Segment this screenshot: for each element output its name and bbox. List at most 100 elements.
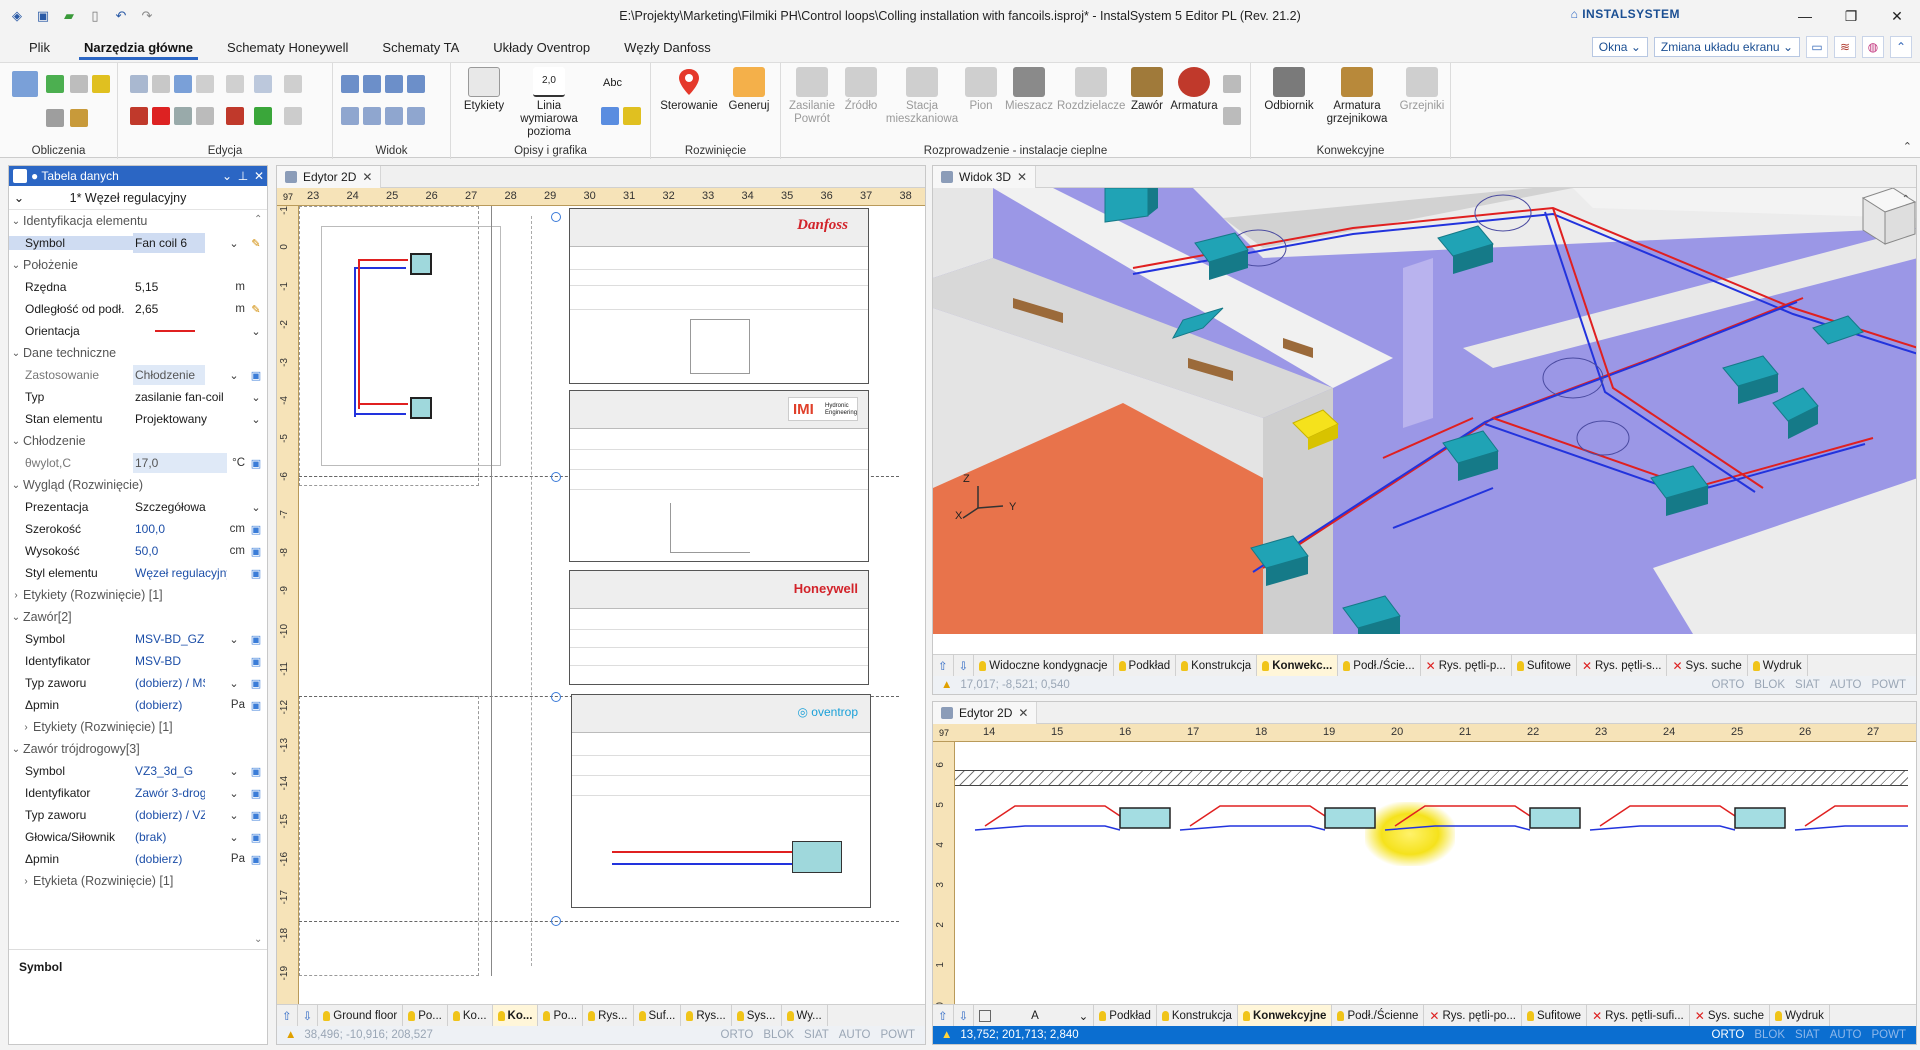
link-icon[interactable] [174,107,192,125]
align-icon[interactable] [226,75,244,93]
mirror-icon[interactable] [196,75,214,93]
property-row[interactable]: Rzędna 5,15 m [9,276,267,298]
property-row[interactable]: θwylot,C 17,0 °C ▣ [9,452,267,474]
zoom-prev-icon[interactable] [363,107,381,125]
calc-green-icon[interactable] [46,75,64,93]
generuj-button[interactable]: Generuj [721,67,777,113]
chevron-down-icon[interactable]: ⌄ [245,501,267,514]
open-icon[interactable]: ▰ [60,7,78,25]
property-section[interactable]: ⌄ Zawór trójdrogowy[3] [9,738,267,760]
property-row[interactable]: Prezentacja Szczegółowa ⌄ [9,496,267,518]
property-value[interactable]: (brak) [133,827,205,847]
layer-tab[interactable]: Wy... [782,1004,828,1027]
chevron-down-icon[interactable]: ⌄ [9,348,23,359]
chevron-down-icon[interactable]: ⌄ [223,765,245,778]
property-value[interactable]: (dobierz) [133,695,227,715]
layer-tab[interactable]: Ground floor [318,1004,404,1027]
tab-edytor-2d-right[interactable]: Edytor 2D ✕ [933,702,1038,724]
link-field-icon[interactable]: ▣ [245,369,267,382]
property-row[interactable]: Symbol VZ3_3d_G ⌄ ▣ [9,760,267,782]
layer-tab[interactable]: Ko... [492,1004,539,1027]
link-field-icon[interactable]: ▣ [245,523,267,536]
property-value[interactable]: VZ3_3d_G [133,761,205,781]
chevron-down-icon[interactable]: ⌄ [223,787,245,800]
layer-tab[interactable]: ✕ Rys. pętli-p... [1421,654,1512,677]
property-section[interactable]: ⌄ Identyfikacja elementu [9,210,267,232]
pin-icon[interactable]: ⊥ [235,169,251,183]
delete-icon[interactable] [152,107,170,125]
collapse-ribbon-icon[interactable]: ⌃ [1890,36,1912,58]
app-icon[interactable]: ◈ [8,7,26,25]
calc-report-icon[interactable] [70,109,88,127]
tab-schematy-honeywell[interactable]: Schematy Honeywell [210,32,365,62]
property-value[interactable]: zasilanie fan-coil [133,387,227,407]
undo-icon[interactable]: ↶ [112,7,130,25]
chevron-down-icon[interactable]: ⌄ [9,216,23,227]
status-flag[interactable]: POWT [1872,679,1907,691]
fitting-icon-2[interactable] [1223,107,1241,125]
status-flag[interactable]: ORTO [1712,1029,1745,1041]
property-row[interactable]: Stan elementu Projektowany ⌄ [9,408,267,430]
status-flag[interactable]: AUTO [1830,1029,1862,1041]
status-flag[interactable]: ORTO [721,1029,754,1041]
layer-down-icon[interactable]: ⇩ [954,654,975,677]
property-value[interactable]: Szczegółowa [133,497,227,517]
drawing-canvas-left[interactable]: Danfoss IMI Hydronic Engineering Honeywe… [299,206,915,1004]
calc-yellow-icon[interactable] [92,75,110,93]
chevron-down-icon[interactable]: ⌄ [223,677,245,690]
property-section[interactable]: ⌄ Wygląd (Rozwinięcie) [9,474,267,496]
chevron-down-icon[interactable]: ⌄ [223,831,245,844]
property-value[interactable]: 50,0 [133,541,227,561]
armatura-grzejnikowa-button[interactable]: Armatura grzejnikowa [1319,67,1395,126]
collapse-chevron-icon[interactable]: ⌃ [1903,140,1912,153]
sheet-oventrop[interactable]: ◎ oventrop [571,694,871,908]
sheet-imi[interactable]: IMI Hydronic Engineering [569,390,869,562]
chevron-down-icon[interactable]: ⌄ [223,633,245,646]
zoom-window-icon[interactable] [385,75,403,93]
calc-table-icon[interactable] [12,71,38,97]
element-selector[interactable]: ⌄ 1* Węzeł regulacyjny [9,186,267,210]
zoom-in-icon[interactable] [341,75,359,93]
fancoil-node[interactable] [1794,805,1908,831]
sheet-honeywell[interactable]: Honeywell [569,570,869,685]
chevron-down-icon[interactable]: ⌄ [9,190,29,205]
property-row[interactable]: Głowica/Siłownik (brak) ⌄ ▣ [9,826,267,848]
tab-plik[interactable]: Plik [12,32,67,62]
property-value[interactable]: Chłodzenie [133,365,205,385]
property-row[interactable]: Δpmin (dobierz) Pa ▣ [9,848,267,870]
close-icon[interactable]: ✕ [362,170,372,184]
property-row[interactable]: Symbol Fan coil 6 ⌄ ✎ [9,232,267,254]
property-value[interactable] [133,321,227,341]
property-section[interactable]: ⌄ Dane techniczne [9,342,267,364]
property-row[interactable]: Symbol MSV-BD_GZ ⌄ ▣ [9,628,267,650]
status-flag[interactable]: AUTO [1830,679,1862,691]
array-icon[interactable] [284,75,302,93]
chevron-right-icon[interactable]: › [19,722,33,733]
chevron-right-icon[interactable]: › [19,876,33,887]
property-section[interactable]: › Etykiety (Rozwinięcie) [1] [9,716,267,738]
pion-button[interactable]: Pion [961,67,1001,113]
calc-print-icon[interactable] [46,109,64,127]
status-flag[interactable]: SIAT [804,1029,829,1041]
status-flag[interactable]: BLOK [1754,679,1785,691]
select-icon[interactable] [284,107,302,125]
layer-tab[interactable]: Wydruk [1770,1004,1830,1027]
chevron-down-icon[interactable]: ⌄ [223,369,245,382]
property-value[interactable]: Fan coil 6 [133,233,205,253]
pan-icon[interactable] [341,107,359,125]
property-row[interactable]: Wysokość 50,0 cm ▣ [9,540,267,562]
property-row[interactable]: Szerokość 100,0 cm ▣ [9,518,267,540]
layer-tab[interactable]: Sufitowe [1522,1004,1588,1027]
property-row[interactable]: Zastosowanie Chłodzenie ⌄ ▣ [9,364,267,386]
status-flag[interactable]: AUTO [839,1029,871,1041]
link-field-icon[interactable]: ▣ [245,831,267,844]
link-field-icon[interactable]: ▣ [245,787,267,800]
fancoil-unit-1[interactable] [410,253,432,275]
layer-tab[interactable]: Suf... [634,1004,682,1027]
scroll-up-icon[interactable]: ⌃ [254,214,264,225]
property-row[interactable]: Typ zaworu (dobierz) / MSV-BD ⌄▣ [9,672,267,694]
break-icon[interactable] [226,107,244,125]
layer-tab[interactable]: ✕ Sys. suche [1667,654,1748,677]
layer-down-icon[interactable]: ⇩ [298,1004,319,1027]
odbiornik-button[interactable]: Odbiornik [1259,67,1319,113]
